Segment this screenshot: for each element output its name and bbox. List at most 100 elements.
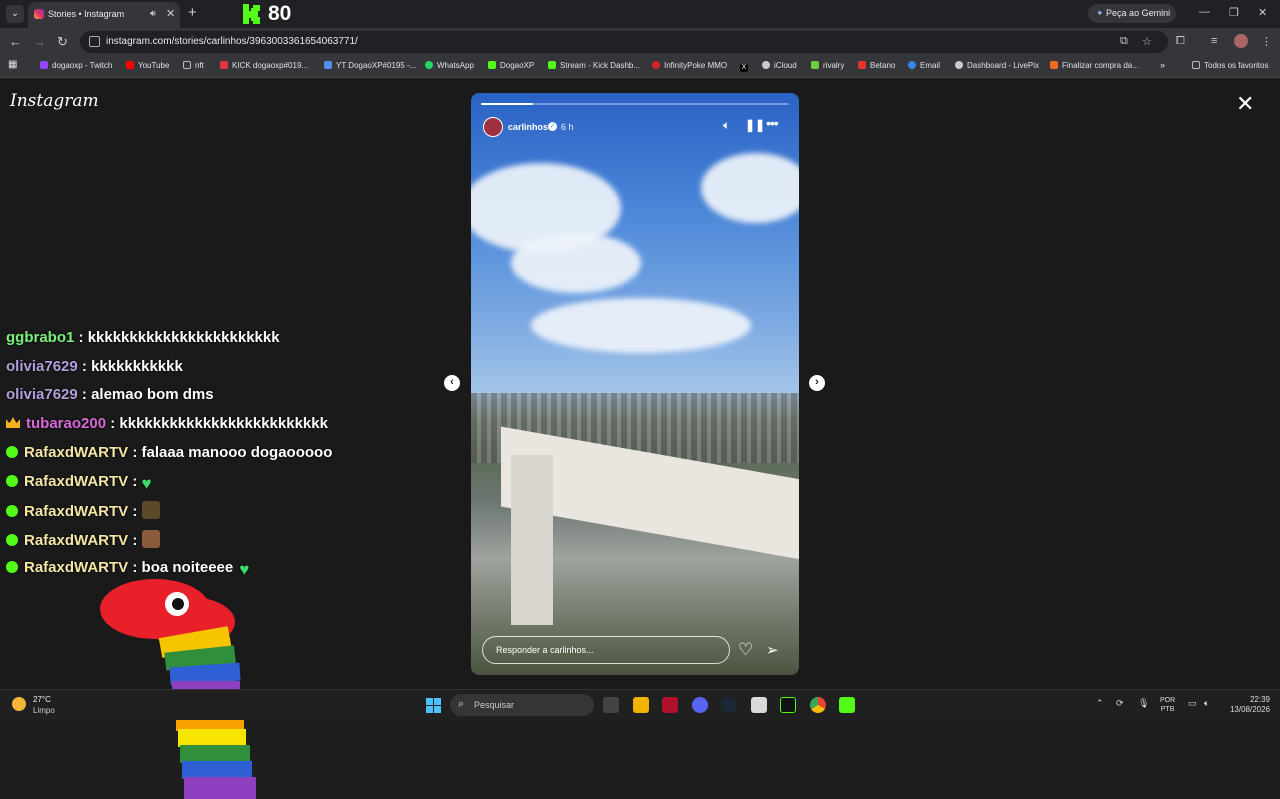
bookmark-item[interactable]: YouTube bbox=[126, 61, 169, 70]
chat-separator: : bbox=[106, 415, 120, 433]
instagram-stories-page: Instagram ✕ ‹ › carlinhos ✓ 6 h 🔈︎ ❚❚ ••… bbox=[0, 79, 1280, 799]
apps-grid-icon[interactable]: ▦ bbox=[8, 59, 17, 70]
bookmark-item[interactable]: Betano bbox=[858, 61, 895, 70]
chat-username: ggbrabo1 bbox=[6, 329, 75, 346]
window-close-icon[interactable]: ✕ bbox=[1258, 6, 1267, 19]
more-bookmarks-chevron-icon[interactable]: » bbox=[1160, 60, 1165, 70]
bookmark-item[interactable]: Stream - Kick Dashb... bbox=[548, 61, 640, 70]
task-view-icon[interactable] bbox=[603, 697, 619, 713]
omnibox[interactable]: instagram.com/stories/carlinhos/39630033… bbox=[80, 31, 1168, 53]
chat-message: RafaxdWARTV : falaaa manooo dogaooooo bbox=[6, 444, 332, 470]
restore-icon[interactable]: ❐ bbox=[1229, 6, 1239, 19]
valorant-icon[interactable] bbox=[662, 697, 678, 713]
clock[interactable]: 22:39 13/08/2026 bbox=[1226, 695, 1270, 715]
chat-message: RafaxdWARTV : bbox=[6, 501, 160, 527]
bookmark-item[interactable]: YT DogaoXP#0195 -... bbox=[324, 61, 416, 70]
minimize-icon[interactable]: — bbox=[1199, 6, 1210, 18]
url-text[interactable]: instagram.com/stories/carlinhos/39630033… bbox=[106, 36, 358, 47]
weather-moon-icon[interactable] bbox=[12, 697, 26, 711]
close-tab-icon[interactable]: ✕ bbox=[166, 7, 175, 20]
weather-temperature[interactable]: 27°C bbox=[33, 695, 51, 704]
kick-logo-icon bbox=[240, 2, 264, 26]
bookmark-label: dogaoxp - Twitch bbox=[52, 61, 113, 70]
bookmark-label: YouTube bbox=[138, 61, 170, 70]
verified-badge-icon bbox=[6, 560, 18, 573]
bookmark-item[interactable]: DogaoXP bbox=[488, 61, 534, 70]
language-indicator[interactable]: POR PTB bbox=[1160, 696, 1175, 714]
reply-input[interactable] bbox=[482, 636, 730, 664]
chat-separator: : bbox=[77, 357, 92, 375]
speaker-icon[interactable]: 🔊︎ bbox=[150, 8, 156, 19]
close-icon[interactable]: ✕ bbox=[1236, 93, 1254, 115]
bookmark-item[interactable]: iCloud bbox=[762, 61, 797, 70]
bookmark-item[interactable]: rivalry bbox=[811, 61, 844, 70]
extensions-icon[interactable]: ⧠ bbox=[1176, 35, 1185, 48]
paint-icon[interactable] bbox=[751, 697, 767, 713]
story-user-avatar[interactable] bbox=[483, 117, 503, 137]
bookmark-item[interactable]: Finalizar compra da... bbox=[1050, 61, 1139, 70]
volume-icon[interactable]: 🔈︎ bbox=[723, 118, 730, 133]
site-info-icon[interactable] bbox=[89, 36, 100, 47]
profile-avatar[interactable] bbox=[1234, 34, 1248, 48]
gemini-button[interactable]: ✦ Peça ao Gemini bbox=[1088, 4, 1176, 23]
bookmark-label: WhatsApp bbox=[437, 61, 474, 70]
bookmark-item[interactable]: WhatsApp bbox=[425, 61, 474, 70]
bookmark-item[interactable]: Dashboard - LivePix bbox=[955, 61, 1039, 70]
all-bookmarks-folder[interactable]: Todos os favoritos bbox=[1192, 61, 1268, 70]
chat-message: ggbrabo1 : kkkkkkkkkkkkkkkkkkkkkkk bbox=[6, 329, 280, 355]
volume-tray-icon[interactable]: 🔈︎ bbox=[1204, 698, 1209, 709]
instagram-logo[interactable]: Instagram bbox=[10, 91, 99, 111]
youtube-studio-icon bbox=[324, 61, 332, 69]
sync-icon[interactable]: ⟳ bbox=[1116, 698, 1124, 709]
bookmark-item[interactable]: dogaoxp - Twitch bbox=[40, 61, 112, 70]
bookmark-item[interactable]: X bbox=[740, 61, 752, 72]
send-icon[interactable]: ➢ bbox=[766, 641, 779, 659]
bookmark-label: Finalizar compra da... bbox=[1062, 61, 1139, 70]
bookmark-item[interactable]: Email bbox=[908, 61, 940, 70]
more-options-icon[interactable]: ••• bbox=[766, 115, 779, 131]
media-control-icon[interactable]: ≡ bbox=[1211, 35, 1217, 47]
story-progress-fill bbox=[481, 103, 534, 105]
bookmark-star-icon[interactable]: ☆ bbox=[1142, 35, 1152, 48]
menu-kebab-icon[interactable]: ⋮ bbox=[1261, 35, 1272, 48]
new-tab-button[interactable]: + bbox=[188, 4, 197, 21]
tab-search-button[interactable]: ⌄ bbox=[6, 5, 24, 23]
bookmark-item[interactable]: InfinityPoke MMO bbox=[652, 61, 727, 70]
story-viewer[interactable]: carlinhos ✓ 6 h 🔈︎ ❚❚ ••• ♡ ➢ bbox=[471, 93, 799, 675]
kick-app-icon[interactable] bbox=[780, 697, 796, 713]
previous-story-chevron-icon[interactable]: ‹ bbox=[444, 375, 460, 391]
chrome-icon[interactable] bbox=[810, 697, 826, 713]
discord-icon[interactable] bbox=[692, 697, 708, 713]
betano-icon bbox=[858, 61, 866, 69]
forward-icon[interactable]: → bbox=[33, 34, 46, 49]
bookmark-label: InfinityPoke MMO bbox=[664, 61, 728, 70]
tab-stories-instagram[interactable]: Stories • Instagram 🔊︎ ✕ bbox=[28, 2, 180, 28]
chat-message: olivia7629 : alemao bom dms bbox=[6, 386, 214, 412]
network-icon[interactable]: ▭ bbox=[1188, 698, 1197, 709]
file-explorer-icon[interactable] bbox=[633, 697, 649, 713]
reload-icon[interactable]: ↻ bbox=[57, 34, 68, 50]
bookmark-folder[interactable]: nft bbox=[183, 61, 204, 70]
heart-icon[interactable]: ♡ bbox=[738, 640, 753, 660]
chat-username: RafaxdWARTV bbox=[24, 472, 129, 490]
tab-bar: ⌄ Stories • Instagram 🔊︎ ✕ + 80 ✦ Peça a… bbox=[0, 0, 1280, 28]
back-icon[interactable]: ← bbox=[9, 34, 22, 49]
microphone-icon[interactable]: 🎙︎ bbox=[1138, 698, 1149, 709]
story-username[interactable]: carlinhos bbox=[508, 122, 548, 132]
tray-overflow-icon[interactable]: ⌃ bbox=[1096, 698, 1104, 709]
globe-icon bbox=[955, 61, 963, 69]
kick-icon bbox=[220, 61, 228, 69]
taskbar-search[interactable]: ⌕ Pesquisar bbox=[450, 694, 594, 716]
x-logo-icon: X bbox=[740, 64, 748, 72]
kick-studio-icon[interactable] bbox=[839, 697, 855, 713]
chat-text: boa noiteeee bbox=[141, 558, 234, 576]
bookmark-item[interactable]: KICK dogaoxp#019... bbox=[220, 61, 308, 70]
windows-start-icon[interactable] bbox=[426, 698, 441, 713]
next-story-chevron-icon[interactable]: › bbox=[809, 375, 825, 391]
steam-icon[interactable] bbox=[721, 697, 737, 713]
weather-description[interactable]: Limpo bbox=[33, 706, 55, 715]
chat-text: kkkkkkkkkkk bbox=[91, 357, 183, 375]
pause-icon[interactable]: ❚❚ bbox=[745, 118, 765, 132]
kick-icon bbox=[548, 61, 556, 69]
install-app-icon[interactable]: ⧉ bbox=[1120, 35, 1128, 48]
